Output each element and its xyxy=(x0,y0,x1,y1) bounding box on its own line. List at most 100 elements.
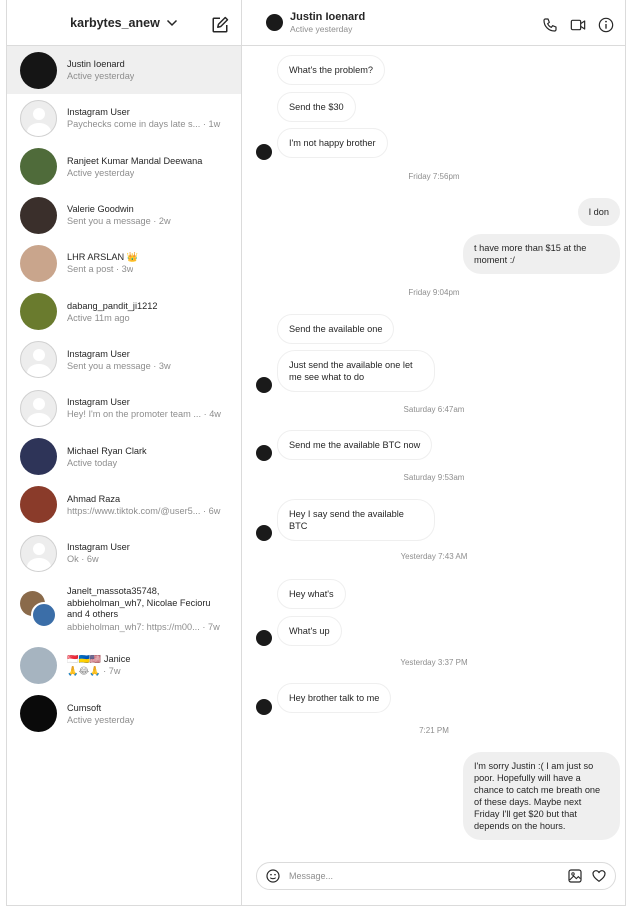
message-outgoing: I don xyxy=(577,198,620,226)
thread-item[interactable]: 🇸🇬🇺🇦🇺🇸 Janice 🙏😂🙏 · 7w xyxy=(7,641,241,689)
avatar xyxy=(20,534,57,572)
thread-list: Justin Ioenard Active yesterday Instagra… xyxy=(7,46,241,738)
phone-icon[interactable] xyxy=(542,17,558,33)
avatar xyxy=(20,99,57,137)
avatar xyxy=(20,695,57,733)
message-incoming: What's up xyxy=(277,616,342,646)
thread-item[interactable]: Ahmad Raza https://www.tiktok.com/@user5… xyxy=(7,481,241,529)
thread-item[interactable]: Valerie Goodwin Sent you a message · 2w xyxy=(7,191,241,239)
message-incoming: What's the problem? xyxy=(277,55,385,85)
timestamp: Friday 7:56pm xyxy=(408,172,460,181)
message-incoming: Send the $30 xyxy=(277,92,356,122)
sender-avatar xyxy=(256,377,272,393)
timestamp: 7:21 PM xyxy=(419,726,449,735)
thread-item[interactable]: Instagram User Ok · 6w xyxy=(7,529,241,577)
thread-item[interactable]: Michael Ryan Clark Active today xyxy=(7,432,241,480)
message-input[interactable] xyxy=(289,871,567,881)
thread-time: · 6w xyxy=(202,505,221,516)
message-incoming: Just send the available one let me see w… xyxy=(277,350,435,392)
thread-preview: Sent a post · 3w xyxy=(67,264,134,275)
timestamp: Saturday 6:47am xyxy=(403,405,465,414)
sender-avatar xyxy=(256,525,272,541)
message-incoming: Hey what's xyxy=(277,579,346,609)
conversation-status: Active yesterday xyxy=(290,23,353,34)
compose-icon[interactable] xyxy=(211,16,229,34)
avatar xyxy=(20,486,57,524)
thread-preview: abbieholman_wh7: https://m00... xyxy=(67,621,200,632)
sender-avatar xyxy=(256,144,272,160)
conversation-panel: Justin Ioenard Active yesterday What's t… xyxy=(242,0,626,906)
avatar xyxy=(20,244,57,282)
sender-avatar xyxy=(256,630,272,646)
thread-name: dabang_pandit_ji1212 xyxy=(67,300,158,311)
thread-item[interactable]: Ranjeet Kumar Mandal Deewana Active yest… xyxy=(7,143,241,191)
thread-item[interactable]: Instagram User Paychecks come in days la… xyxy=(7,94,241,142)
message-incoming: I'm not happy brother xyxy=(277,128,388,158)
account-name: karbytes_anew xyxy=(70,15,160,30)
thread-name: Cumsoft xyxy=(67,702,102,713)
thread-name: Instagram User xyxy=(67,348,130,359)
video-call-icon[interactable] xyxy=(570,17,586,33)
avatar xyxy=(20,51,57,89)
thread-list-panel: karbytes_anew Justin Ioenard Active yest… xyxy=(7,0,242,906)
thread-name: Janelt_massota35748, abbieholman_wh7, Ni… xyxy=(67,586,211,620)
sender-avatar xyxy=(256,699,272,715)
thread-preview: Active yesterday xyxy=(67,71,135,82)
thread-item[interactable]: Instagram User Sent you a message · 3w xyxy=(7,336,241,384)
avatar xyxy=(20,196,57,234)
thread-item[interactable]: Cumsoft Active yesterday xyxy=(7,690,241,738)
thread-time: · 1w xyxy=(202,119,221,130)
timestamp: Saturday 9:53am xyxy=(403,473,465,482)
heart-icon[interactable] xyxy=(591,868,607,884)
thread-preview: Ok · 6w xyxy=(67,554,99,565)
thread-name: Ahmad Raza xyxy=(67,493,121,504)
avatar xyxy=(20,389,57,427)
avatar xyxy=(20,438,57,476)
conversation-header: Justin Ioenard Active yesterday xyxy=(242,0,626,46)
messenger-app: karbytes_anew Justin Ioenard Active yest… xyxy=(6,0,626,906)
thread-preview: Sent you a message · 2w xyxy=(67,216,171,227)
thread-name: LHR ARSLAN 👑 xyxy=(67,252,139,263)
thread-preview: 🙏😂🙏 · 7w xyxy=(67,666,121,677)
timestamp: Yesterday 7:43 AM xyxy=(400,552,468,561)
avatar xyxy=(20,148,57,186)
emoji-icon[interactable] xyxy=(265,868,281,884)
thread-item[interactable]: Justin Ioenard Active yesterday xyxy=(7,46,241,95)
message-composer xyxy=(256,862,616,890)
thread-time: · 4w xyxy=(203,409,221,420)
message-outgoing: t have more than $15 at the moment :/ xyxy=(463,234,620,274)
thread-preview: https://www.tiktok.com/@user5... xyxy=(67,505,201,516)
thread-name: Instagram User xyxy=(67,397,130,408)
message-incoming: Hey brother talk to me xyxy=(277,683,392,713)
thread-preview: Active yesterday xyxy=(67,714,135,725)
timestamp: Yesterday 3:37 PM xyxy=(400,658,468,667)
thread-preview: Active 11m ago xyxy=(67,312,130,323)
thread-name: Valerie Goodwin xyxy=(67,204,134,215)
chevron-down-icon xyxy=(166,19,177,26)
thread-name: 🇸🇬🇺🇦🇺🇸 Janice xyxy=(67,654,131,665)
timestamp: Friday 9:04pm xyxy=(408,288,460,297)
message-incoming: Send the available one xyxy=(277,314,395,344)
thread-preview: Sent you a message · 3w xyxy=(67,360,171,371)
thread-preview: Active today xyxy=(67,457,118,468)
thread-item[interactable]: LHR ARSLAN 👑 Sent a post · 3w xyxy=(7,239,241,287)
avatar xyxy=(20,341,57,379)
avatar[interactable] xyxy=(266,14,283,31)
thread-name: Justin Ioenard xyxy=(67,59,125,70)
thread-name: Michael Ryan Clark xyxy=(67,445,147,456)
thread-time: · 7w xyxy=(202,621,220,632)
thread-item-group[interactable]: Janelt_massota35748, abbieholman_wh7, Ni… xyxy=(7,577,241,641)
thread-item[interactable]: Instagram User Hey! I'm on the promoter … xyxy=(7,384,241,432)
sender-avatar xyxy=(256,445,272,461)
thread-name: Instagram User xyxy=(67,542,130,553)
image-icon[interactable] xyxy=(567,868,583,884)
message-incoming: Hey I say send the available BTC xyxy=(277,499,435,541)
info-icon[interactable] xyxy=(598,17,614,33)
conversation-name[interactable]: Justin Ioenard xyxy=(290,11,365,24)
avatar xyxy=(20,646,57,684)
account-switcher[interactable]: karbytes_anew xyxy=(70,16,178,30)
thread-name: Instagram User xyxy=(67,107,130,118)
thread-item[interactable]: dabang_pandit_ji1212 Active 11m ago xyxy=(7,287,241,335)
thread-preview: Paychecks come in days late s... xyxy=(67,119,201,130)
message-incoming: Send me the available BTC now xyxy=(277,430,433,460)
